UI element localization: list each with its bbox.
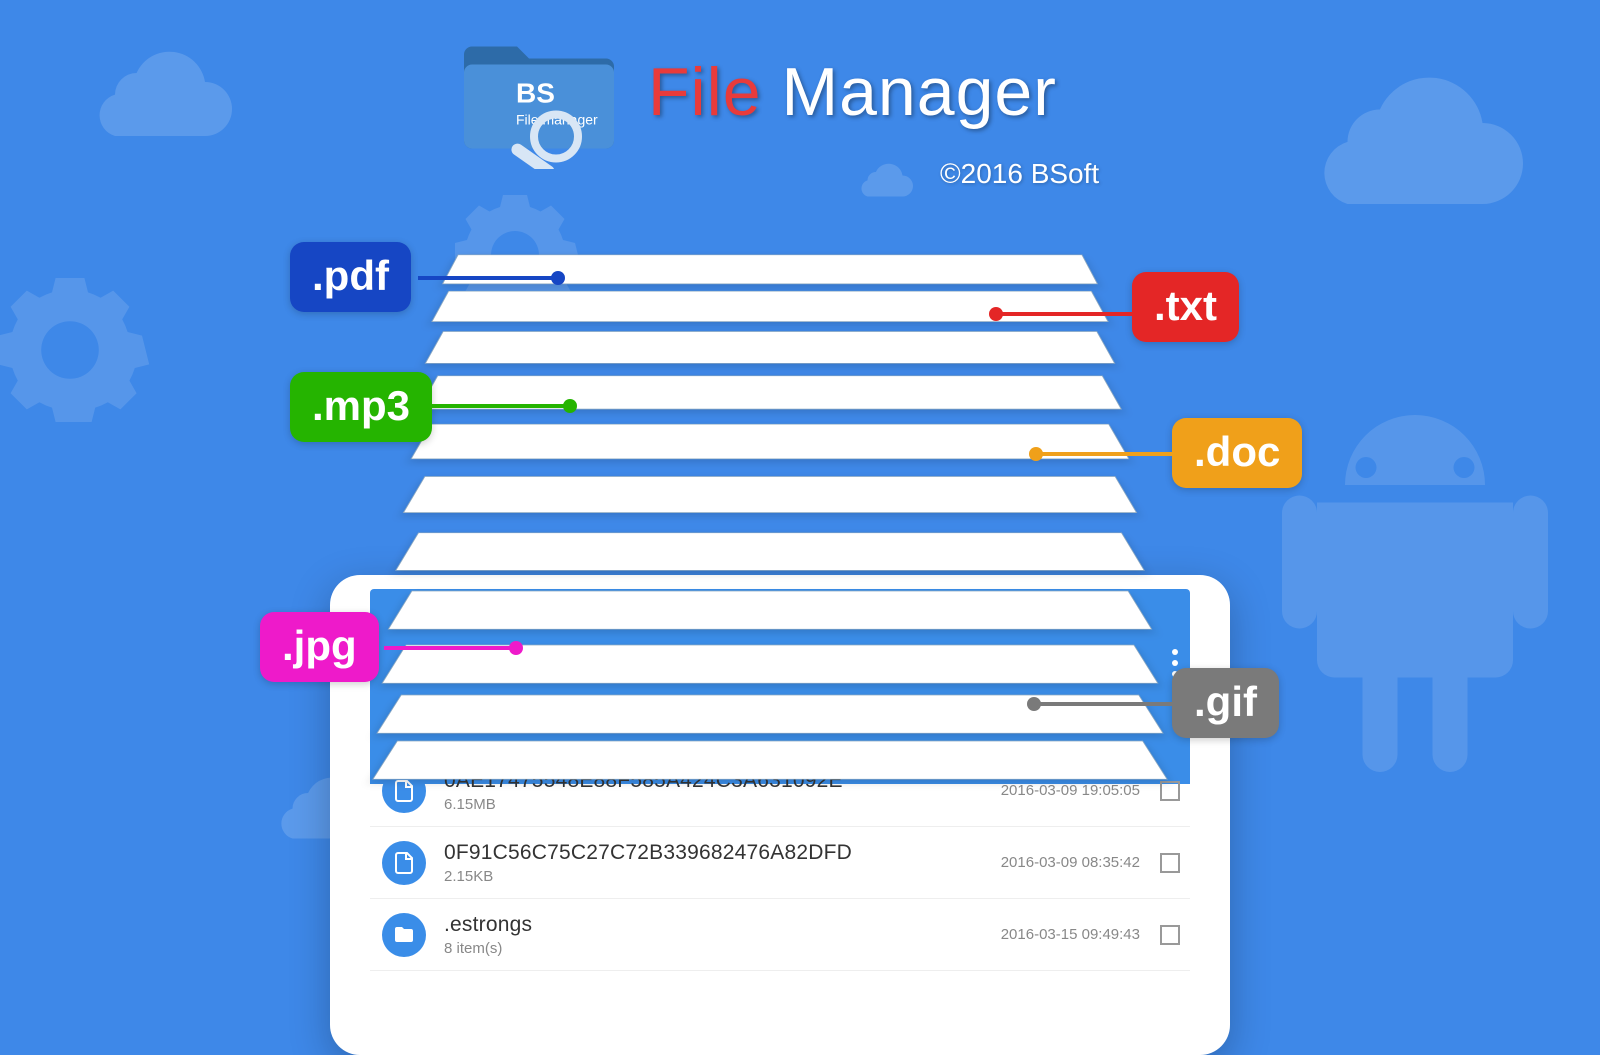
file-date: 2016-03-09 08:35:42 bbox=[1001, 854, 1140, 871]
file-name: .estrongs bbox=[444, 913, 1001, 937]
file-icon bbox=[382, 841, 426, 885]
badge-label: .mp3 bbox=[312, 382, 410, 430]
connector-line bbox=[418, 276, 558, 280]
folder-icon bbox=[382, 913, 426, 957]
app-title: File Manager bbox=[648, 53, 1057, 131]
file-checkbox[interactable] bbox=[1160, 925, 1180, 945]
filetype-badge-gif: .gif bbox=[1172, 668, 1279, 738]
badge-label: .txt bbox=[1154, 282, 1217, 330]
cloud-decoration-icon bbox=[1280, 60, 1550, 240]
paper-stack-graphic bbox=[420, 248, 1120, 768]
file-checkbox[interactable] bbox=[1160, 853, 1180, 873]
file-checkbox[interactable] bbox=[1160, 781, 1180, 801]
filetype-badge-pdf: .pdf bbox=[290, 242, 411, 312]
filetype-badge-mp3: .mp3 bbox=[290, 372, 432, 442]
file-date: 2016-03-09 19:05:05 bbox=[1001, 782, 1140, 799]
connector-line bbox=[384, 646, 516, 650]
file-date: 2016-03-15 09:49:43 bbox=[1001, 926, 1140, 943]
badge-label: .jpg bbox=[282, 622, 357, 670]
file-list: 0AE17475548E88F585A424C3A631092E 6.15MB … bbox=[370, 755, 1190, 971]
gear-decoration-icon bbox=[0, 260, 160, 440]
filetype-badge-doc: .doc bbox=[1172, 418, 1302, 488]
filetype-badge-txt: .txt bbox=[1132, 272, 1239, 342]
app-header: BS File manager File Manager bbox=[460, 14, 1057, 169]
file-size: 2.15KB bbox=[444, 868, 1001, 885]
filetype-badge-jpg: .jpg bbox=[260, 612, 379, 682]
title-word-file: File bbox=[648, 54, 762, 130]
file-size: 8 item(s) bbox=[444, 940, 1001, 957]
connector-line bbox=[996, 312, 1134, 316]
file-size: 6.15MB bbox=[444, 796, 1001, 813]
badge-label: .doc bbox=[1194, 428, 1280, 476]
file-name: 0F91C56C75C27C72B339682476A82DFD bbox=[444, 841, 1001, 865]
copyright-text: ©2016 BSoft bbox=[940, 158, 1099, 190]
badge-label: .gif bbox=[1194, 678, 1257, 726]
connector-line bbox=[1034, 702, 1174, 706]
connector-line bbox=[1036, 452, 1174, 456]
file-row[interactable]: .estrongs 8 item(s) 2016-03-15 09:49:43 bbox=[370, 899, 1190, 971]
badge-label: .pdf bbox=[312, 252, 389, 300]
title-word-manager: Manager bbox=[762, 54, 1057, 130]
connector-line bbox=[430, 404, 570, 408]
logo-text-top: BS bbox=[516, 78, 555, 109]
cloud-decoration-icon bbox=[70, 40, 250, 160]
app-logo: BS File manager bbox=[460, 14, 620, 169]
file-row[interactable]: 0F91C56C75C27C72B339682476A82DFD 2.15KB … bbox=[370, 827, 1190, 899]
